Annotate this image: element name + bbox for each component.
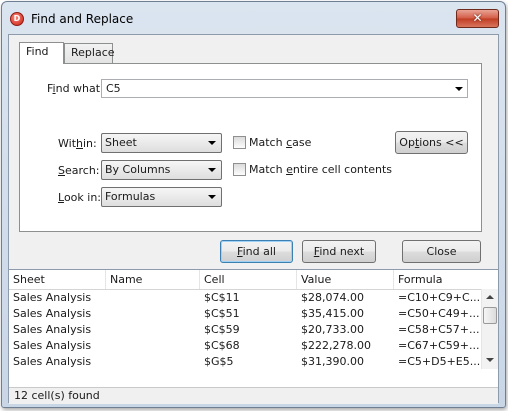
- status-bar: 12 cell(s) found: [9, 387, 498, 404]
- scrollbar-thumb[interactable]: [483, 307, 497, 324]
- cell-value: $20,733.00: [301, 323, 364, 336]
- chevron-down-icon[interactable]: [455, 87, 463, 91]
- column-header-formula[interactable]: Formula: [394, 270, 481, 289]
- find-replace-dialog: D Find and Replace ✕ Find Replace Find w…: [1, 1, 506, 408]
- table-row[interactable]: Sales Analysis $C$11 $28,074.00 =C10+C9+…: [9, 290, 481, 306]
- cell-address: $C$51: [204, 307, 240, 320]
- results-header: Sheet Name Cell Value Formula: [9, 270, 481, 290]
- cell-address: $C$11: [204, 291, 240, 304]
- results-grid: Sheet Name Cell Value Formula Sales Anal…: [9, 269, 498, 388]
- match-case-label[interactable]: Match case: [249, 136, 311, 149]
- cell-formula: =C67+C59+...: [398, 339, 480, 352]
- scroll-up-icon[interactable]: [483, 290, 497, 304]
- cell-address: $C$68: [204, 339, 240, 352]
- find-tab-panel: Find what: C5 Within: Sheet Search: By C…: [19, 63, 482, 232]
- table-row[interactable]: Sales Analysis $C$51 $35,415.00 =C50+C49…: [9, 306, 481, 322]
- tab-find[interactable]: Find: [19, 42, 64, 64]
- cell-address: $C$59: [204, 323, 240, 336]
- cell-value: $31,390.00: [301, 355, 364, 368]
- scroll-down-icon[interactable]: [483, 353, 497, 367]
- find-what-value: C5: [106, 82, 121, 95]
- dialog-body: Find Replace Find what: C5 Within: Sheet…: [8, 34, 499, 404]
- close-button[interactable]: Close: [402, 240, 481, 263]
- find-next-button[interactable]: Find next: [302, 240, 376, 263]
- cell-value: $35,415.00: [301, 307, 364, 320]
- results-count: 12 cell(s) found: [14, 389, 100, 402]
- cell-formula: =C5+D5+E5...: [398, 355, 481, 368]
- cell-name: [106, 338, 200, 354]
- within-select[interactable]: Sheet: [101, 133, 222, 153]
- cell-name: [106, 290, 200, 306]
- within-label: Within:: [58, 137, 97, 150]
- column-header-name[interactable]: Name: [106, 270, 200, 289]
- app-logo-icon: D: [10, 12, 24, 26]
- look-in-value: Formulas: [105, 190, 156, 203]
- column-header-sheet[interactable]: Sheet: [9, 270, 106, 289]
- match-case-checkbox[interactable]: [233, 136, 246, 149]
- cell-formula: =C58+C57+...: [398, 323, 480, 336]
- title-bar[interactable]: D Find and Replace ✕: [2, 2, 505, 34]
- match-entire-label[interactable]: Match entire cell contents: [249, 163, 392, 176]
- cell-formula: =C10+C9+C...: [398, 291, 481, 304]
- look-in-select[interactable]: Formulas: [101, 187, 222, 207]
- cell-sheet: Sales Analysis: [13, 307, 92, 320]
- search-label: Search:: [58, 164, 100, 177]
- search-value: By Columns: [105, 163, 171, 176]
- cell-address: $G$5: [204, 355, 234, 368]
- chevron-down-icon: [208, 141, 216, 145]
- cell-value: $222,278.00: [301, 339, 371, 352]
- cell-sheet: Sales Analysis: [13, 323, 92, 336]
- find-what-label: Find what:: [47, 82, 104, 95]
- window-title: Find and Replace: [31, 12, 134, 26]
- within-value: Sheet: [105, 136, 137, 149]
- column-header-cell[interactable]: Cell: [200, 270, 297, 289]
- options-button[interactable]: Options <<: [395, 131, 468, 154]
- window-close-button[interactable]: ✕: [456, 9, 499, 28]
- chevron-down-icon: [208, 168, 216, 172]
- cell-name: [106, 354, 200, 370]
- find-all-button[interactable]: Find all: [220, 240, 293, 263]
- match-entire-checkbox[interactable]: [233, 163, 246, 176]
- search-select[interactable]: By Columns: [101, 160, 222, 180]
- find-what-input[interactable]: C5: [101, 79, 468, 98]
- cell-sheet: Sales Analysis: [13, 355, 92, 368]
- results-scrollbar[interactable]: [481, 289, 498, 369]
- cell-value: $28,074.00: [301, 291, 364, 304]
- table-row[interactable]: Sales Analysis $C$68 $222,278.00 =C67+C5…: [9, 338, 481, 354]
- tab-replace[interactable]: Replace: [64, 43, 115, 63]
- column-header-value[interactable]: Value: [297, 270, 394, 289]
- cell-name: [106, 306, 200, 322]
- cell-name: [106, 322, 200, 338]
- cell-sheet: Sales Analysis: [13, 291, 92, 304]
- chevron-down-icon: [208, 195, 216, 199]
- look-in-label: Look in:: [58, 191, 101, 204]
- table-row[interactable]: Sales Analysis $C$59 $20,733.00 =C58+C57…: [9, 322, 481, 338]
- cell-sheet: Sales Analysis: [13, 339, 92, 352]
- cell-formula: =C50+C49+...: [398, 307, 480, 320]
- table-row[interactable]: Sales Analysis $G$5 $31,390.00 =C5+D5+E5…: [9, 354, 481, 370]
